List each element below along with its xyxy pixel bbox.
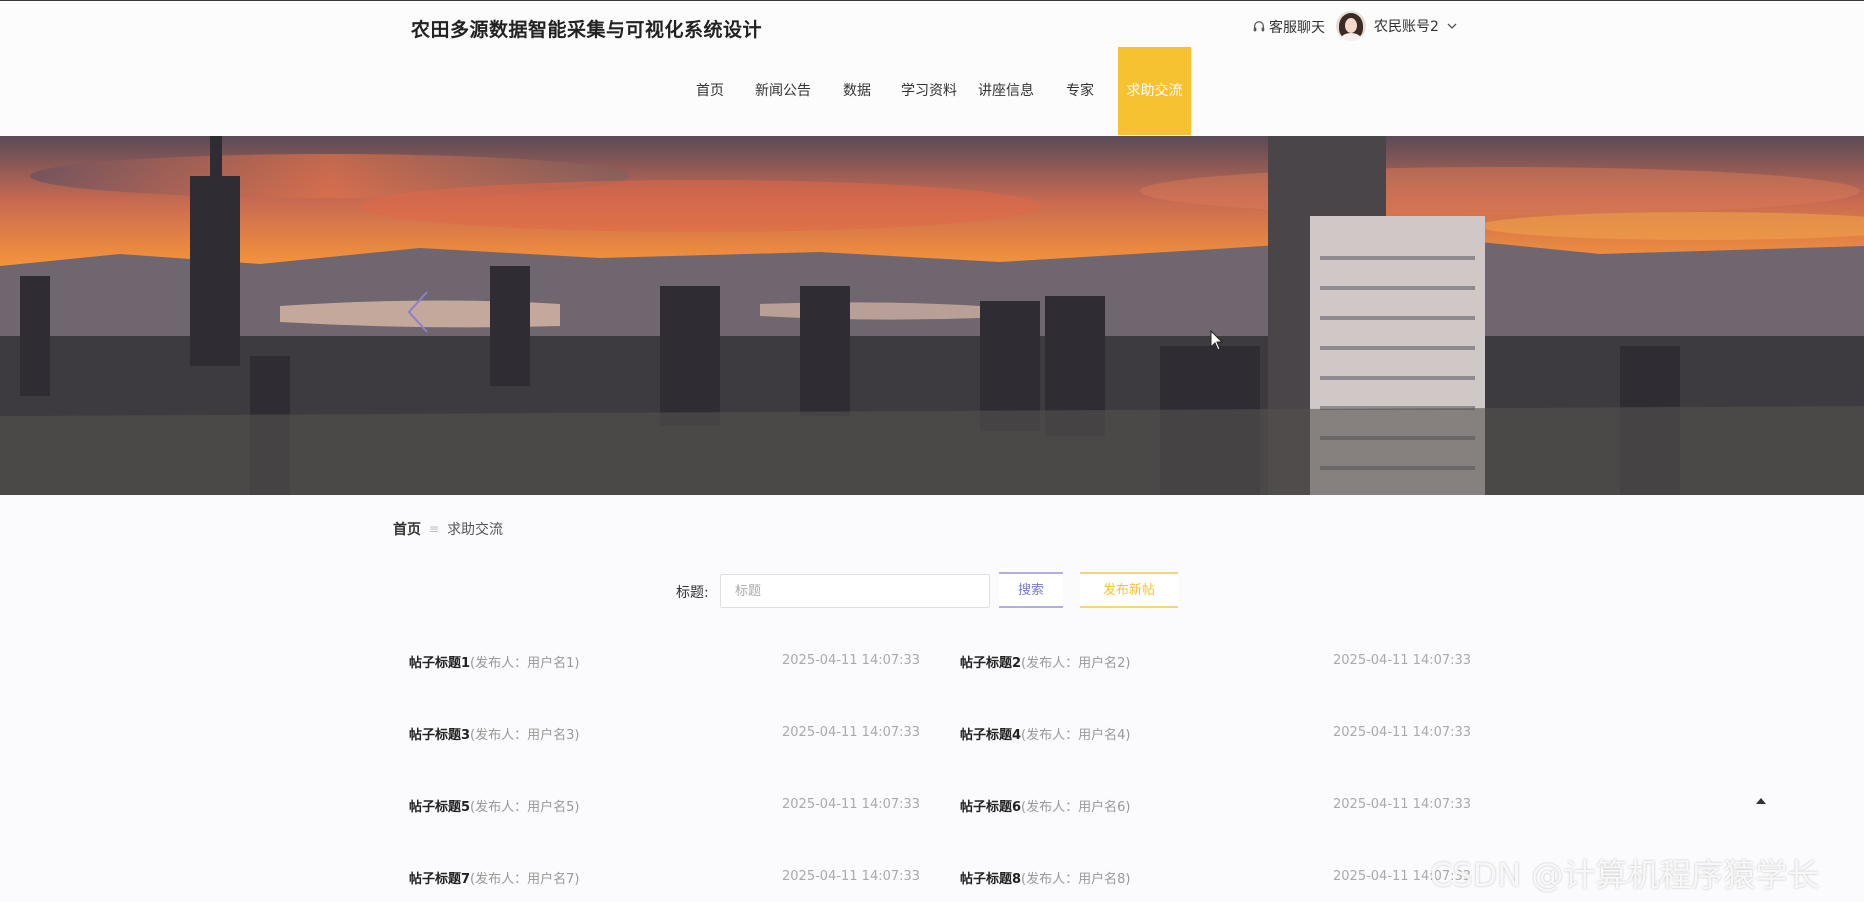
breadcrumb-home[interactable]: 首页 [393, 519, 421, 539]
post-author: (发布人：用户名7) [470, 872, 580, 887]
breadcrumb-separator: ≡ [429, 522, 440, 536]
post-author: (发布人：用户名8) [1021, 872, 1131, 887]
city-skyline-image [0, 136, 1864, 495]
post-author: (发布人：用户名4) [1021, 728, 1131, 743]
triangle-up-icon[interactable] [1756, 796, 1766, 806]
nav-item-lectures[interactable]: 讲座信息 [972, 47, 1040, 135]
chevron-left-icon[interactable] [405, 290, 433, 334]
post-time: 2025-04-11 14:07:33 [782, 653, 921, 668]
watermark: CSDN @计算机程序猿学长 [1430, 856, 1820, 894]
chevron-down-icon [1447, 23, 1457, 29]
breadcrumb: 首页 ≡ 求助交流 [393, 519, 503, 539]
customer-service-link[interactable]: 客服聊天 [1252, 17, 1325, 37]
post-title: 帖子标题2 [960, 656, 1022, 671]
mouse-cursor-icon [1210, 330, 1224, 351]
post-item[interactable]: 帖子标题1(发布人：用户名1) [409, 652, 579, 676]
post-author: (发布人：用户名6) [1021, 800, 1131, 815]
post-item[interactable]: 帖子标题2(发布人：用户名2) [960, 652, 1130, 676]
nav-item-help[interactable]: 求助交流 [1118, 47, 1191, 135]
post-item[interactable]: 帖子标题5(发布人：用户名5) [409, 796, 579, 820]
search-button[interactable]: 搜索 [999, 572, 1063, 608]
post-time: 2025-04-11 14:07:33 [782, 869, 921, 884]
account-menu[interactable]: 农民账号2 [1336, 11, 1457, 41]
post-author: (发布人：用户名3) [470, 728, 580, 743]
customer-service-label: 客服聊天 [1269, 20, 1325, 36]
post-time: 2025-04-11 14:07:33 [782, 797, 921, 812]
headset-icon [1253, 21, 1265, 32]
post-title: 帖子标题3 [409, 728, 471, 743]
post-title: 帖子标题6 [960, 800, 1022, 815]
title-search-label: 标题: [676, 585, 709, 601]
post-author: (发布人：用户名2) [1021, 656, 1131, 671]
top-header: 农田多源数据智能采集与可视化系统设计 客服聊天 农民账号2 首页 新闻公告 数据… [0, 0, 1864, 136]
post-title: 帖子标题4 [960, 728, 1022, 743]
post-author: (发布人：用户名5) [470, 800, 580, 815]
banner-carousel[interactable] [0, 136, 1864, 495]
post-time: 2025-04-11 14:07:33 [1333, 725, 1472, 740]
post-title: 帖子标题7 [409, 872, 471, 887]
new-post-button[interactable]: 发布新帖 [1080, 572, 1178, 608]
site-title: 农田多源数据智能采集与可视化系统设计 [411, 19, 763, 41]
post-author: (发布人：用户名1) [470, 656, 580, 671]
post-item[interactable]: 帖子标题3(发布人：用户名3) [409, 724, 579, 748]
nav-item-news[interactable]: 新闻公告 [750, 47, 816, 135]
avatar [1336, 11, 1366, 41]
post-time: 2025-04-11 14:07:33 [782, 725, 921, 740]
post-item[interactable]: 帖子标题6(发布人：用户名6) [960, 796, 1130, 820]
post-title: 帖子标题5 [409, 800, 471, 815]
post-item[interactable]: 帖子标题4(发布人：用户名4) [960, 724, 1130, 748]
post-time: 2025-04-11 14:07:33 [1333, 797, 1472, 812]
nav-item-learning[interactable]: 学习资料 [896, 47, 962, 135]
nav-item-experts[interactable]: 专家 [1060, 47, 1100, 135]
post-title: 帖子标题1 [409, 656, 471, 671]
post-time: 2025-04-11 14:07:33 [1333, 653, 1472, 668]
breadcrumb-current: 求助交流 [447, 522, 504, 538]
nav-item-data[interactable]: 数据 [837, 47, 877, 135]
account-name: 农民账号2 [1374, 19, 1439, 35]
nav-item-home[interactable]: 首页 [690, 47, 730, 135]
post-item[interactable]: 帖子标题8(发布人：用户名8) [960, 868, 1130, 892]
post-item[interactable]: 帖子标题7(发布人：用户名7) [409, 868, 579, 892]
title-search-input[interactable] [720, 574, 990, 608]
post-title: 帖子标题8 [960, 872, 1022, 887]
